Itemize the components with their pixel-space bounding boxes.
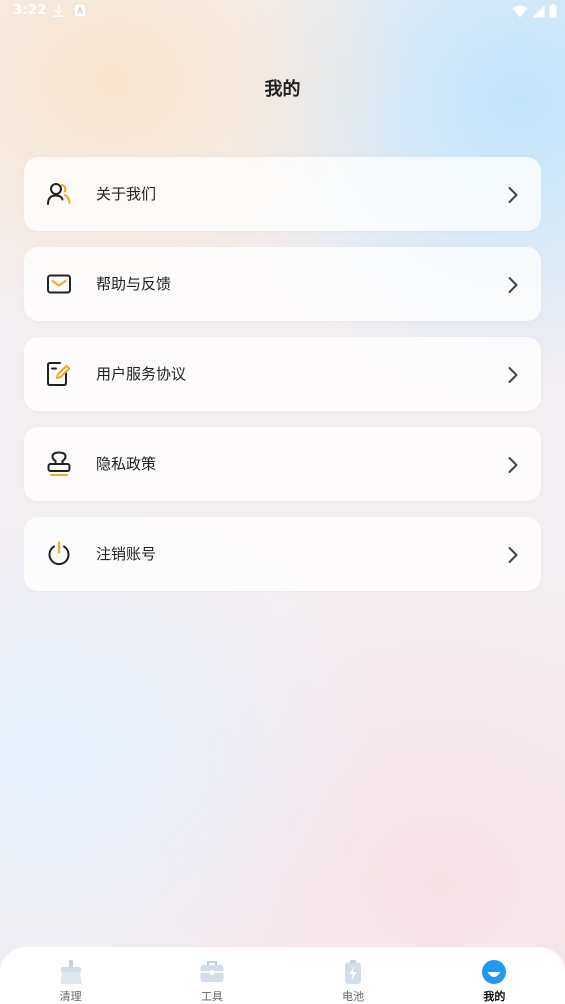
menu-item-about-us[interactable]: 关于我们: [24, 157, 541, 231]
menu-item-label: 关于我们: [96, 185, 157, 203]
wifi-icon: [512, 5, 528, 17]
chevron-right-icon: [508, 547, 518, 563]
menu-item-label: 帮助与反馈: [96, 275, 172, 293]
status-bar: 3:22: [0, 0, 565, 24]
nav-item-tools[interactable]: 工具: [141, 947, 282, 1004]
status-left-icons: [52, 4, 86, 18]
chevron-right-icon: [508, 187, 518, 203]
a-box-icon: [74, 4, 86, 17]
bottom-nav: 清理 工具 电池 我的: [0, 947, 565, 1004]
menu-list: 关于我们 帮助与反馈 用户服务协议 隐私政策 注销账号: [24, 157, 541, 607]
menu-item-label: 隐私政策: [96, 455, 157, 473]
download-icon: [53, 5, 64, 18]
nav-item-battery[interactable]: 电池: [283, 947, 424, 1004]
status-time: 3:22: [13, 3, 47, 18]
nav-item-label: 清理: [59, 990, 82, 1003]
status-right-icons: [512, 4, 557, 18]
menu-item-user-agreement[interactable]: 用户服务协议: [24, 337, 541, 411]
nav-item-clean[interactable]: 清理: [0, 947, 141, 1004]
menu-item-label: 用户服务协议: [96, 365, 187, 383]
menu-item-label: 注销账号: [96, 545, 157, 563]
menu-item-delete-account[interactable]: 注销账号: [24, 517, 541, 591]
profile-icon: [482, 960, 507, 984]
menu-item-privacy-policy[interactable]: 隐私政策: [24, 427, 541, 501]
stamp-icon: [47, 451, 71, 476]
page-title: 我的: [264, 79, 301, 100]
broom-icon: [60, 960, 82, 984]
chevron-right-icon: [508, 457, 518, 473]
toolbox-icon: [200, 961, 224, 982]
edit-document-icon: [47, 362, 71, 386]
menu-item-help-feedback[interactable]: 帮助与反馈: [24, 247, 541, 321]
nav-item-label: 工具: [200, 990, 223, 1003]
power-icon: [48, 541, 70, 566]
nav-item-label: 电池: [342, 990, 365, 1003]
chevron-right-icon: [508, 367, 518, 383]
nav-item-profile[interactable]: 我的: [424, 947, 565, 1004]
mail-icon: [47, 274, 71, 294]
chevron-right-icon: [508, 277, 518, 293]
nav-item-label: 我的: [483, 990, 506, 1003]
user-group-icon: [47, 183, 71, 205]
battery-charge-icon: [345, 960, 362, 984]
battery-icon: [549, 4, 557, 18]
signal-icon: [532, 5, 545, 17]
